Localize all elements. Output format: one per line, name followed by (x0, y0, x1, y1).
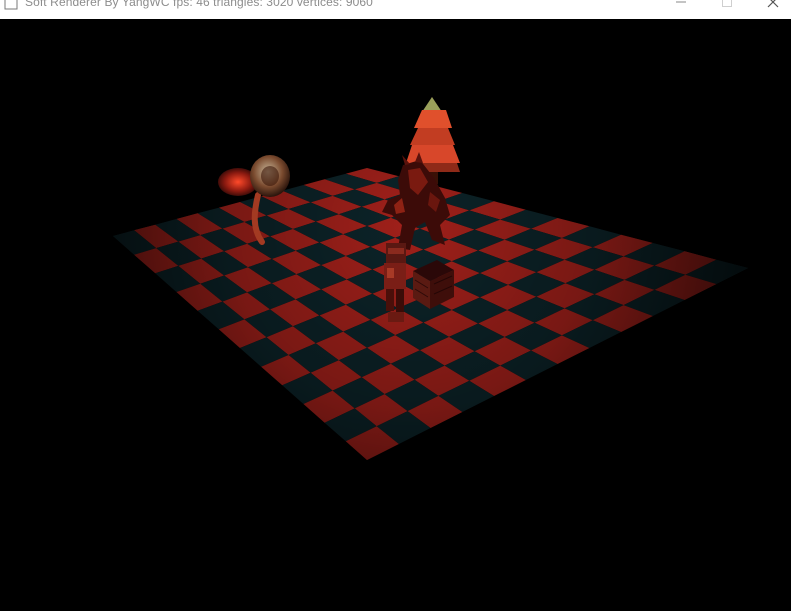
window-title: Soft Renderer By YangWC fps: 46 triangle… (25, 0, 373, 9)
title-bar: Soft Renderer By YangWC fps: 46 triangle… (0, 0, 791, 19)
maximize-icon (722, 0, 732, 7)
minimize-icon (676, 1, 686, 3)
close-icon (767, 0, 779, 8)
maximize-button[interactable] (704, 0, 750, 12)
close-button[interactable] (750, 0, 791, 12)
app-window-icon (4, 0, 18, 10)
render-scene (113, 97, 748, 460)
minimize-button[interactable] (658, 0, 704, 12)
render-viewport[interactable] (0, 19, 791, 611)
